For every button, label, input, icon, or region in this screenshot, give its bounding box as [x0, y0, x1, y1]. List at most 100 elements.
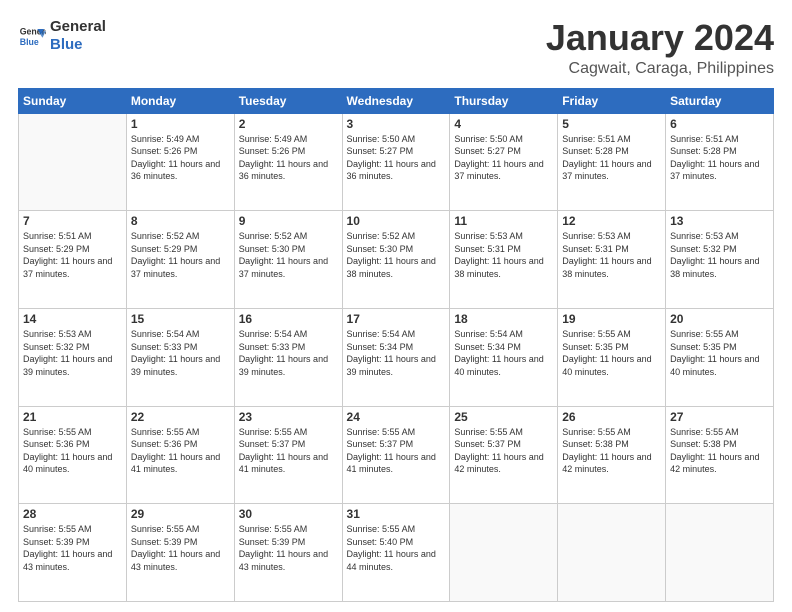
day-cell: 27Sunrise: 5:55 AMSunset: 5:38 PMDayligh…	[666, 406, 774, 504]
day-info: Sunrise: 5:55 AMSunset: 5:39 PMDaylight:…	[23, 523, 122, 573]
day-cell: 20 Sunrise: 5:55 AMSunset: 5:35 PMDayligh…	[666, 308, 774, 406]
day-cell	[450, 504, 558, 602]
day-info: Sunrise: 5:52 AMSunset: 5:29 PMDaylight:…	[131, 230, 230, 280]
day-number: 26	[562, 410, 661, 424]
day-number: 14	[23, 312, 122, 326]
day-number: 23	[239, 410, 338, 424]
day-cell: 2Sunrise: 5:49 AMSunset: 5:26 PMDaylight…	[234, 113, 342, 211]
day-info: Sunrise: 5:55 AMSunset: 5:35 PMDaylight:…	[562, 328, 661, 378]
day-cell: 30 Sunrise: 5:55 AMSunset: 5:39 PMDayligh…	[234, 504, 342, 602]
day-cell: 26 Sunrise: 5:55 AMSunset: 5:38 PMDayligh…	[558, 406, 666, 504]
logo: General Blue General Blue	[18, 18, 106, 54]
day-number: 15	[131, 312, 230, 326]
day-number: 11	[454, 214, 553, 228]
day-cell: 8Sunrise: 5:52 AMSunset: 5:29 PMDaylight…	[126, 211, 234, 309]
header-cell-saturday: Saturday	[666, 88, 774, 113]
header: General Blue General Blue January 2024 C…	[18, 18, 774, 78]
day-number: 17	[347, 312, 446, 326]
day-info: Sunrise: 5:50 AMSunset: 5:27 PMDaylight:…	[347, 133, 446, 183]
day-number: 6	[670, 117, 769, 131]
day-number: 2	[239, 117, 338, 131]
header-cell-thursday: Thursday	[450, 88, 558, 113]
day-number: 22	[131, 410, 230, 424]
logo-blue: Blue	[50, 36, 106, 54]
week-row-4: 28 Sunrise: 5:55 AMSunset: 5:39 PMDayligh…	[19, 504, 774, 602]
day-number: 21	[23, 410, 122, 424]
day-info: Sunrise: 5:55 AMSunset: 5:36 PMDaylight:…	[131, 426, 230, 476]
day-info: Sunrise: 5:53 AMSunset: 5:32 PMDaylight:…	[670, 230, 769, 280]
day-cell: 12 Sunrise: 5:53 AMSunset: 5:31 PMDayligh…	[558, 211, 666, 309]
day-info: Sunrise: 5:55 AMSunset: 5:39 PMDaylight:…	[131, 523, 230, 573]
day-info: Sunrise: 5:50 AMSunset: 5:27 PMDaylight:…	[454, 133, 553, 183]
day-info: Sunrise: 5:53 AMSunset: 5:31 PMDaylight:…	[562, 230, 661, 280]
day-number: 1	[131, 117, 230, 131]
calendar-title: January 2024	[546, 18, 774, 58]
day-cell: 18 Sunrise: 5:54 AMSunset: 5:34 PMDayligh…	[450, 308, 558, 406]
day-number: 3	[347, 117, 446, 131]
day-info: Sunrise: 5:51 AMSunset: 5:28 PMDaylight:…	[562, 133, 661, 183]
day-info: Sunrise: 5:55 AMSunset: 5:40 PMDaylight:…	[347, 523, 446, 573]
day-number: 7	[23, 214, 122, 228]
day-info: Sunrise: 5:54 AMSunset: 5:34 PMDaylight:…	[347, 328, 446, 378]
day-info: Sunrise: 5:54 AMSunset: 5:33 PMDaylight:…	[131, 328, 230, 378]
calendar-page: General Blue General Blue January 2024 C…	[0, 0, 792, 612]
day-number: 16	[239, 312, 338, 326]
day-cell: 19Sunrise: 5:55 AMSunset: 5:35 PMDayligh…	[558, 308, 666, 406]
day-cell: 22 Sunrise: 5:55 AMSunset: 5:36 PMDayligh…	[126, 406, 234, 504]
day-number: 20	[670, 312, 769, 326]
day-cell: 14 Sunrise: 5:53 AMSunset: 5:32 PMDayligh…	[19, 308, 127, 406]
day-number: 24	[347, 410, 446, 424]
day-number: 9	[239, 214, 338, 228]
day-cell: 31 Sunrise: 5:55 AMSunset: 5:40 PMDayligh…	[342, 504, 450, 602]
day-number: 5	[562, 117, 661, 131]
calendar-table: SundayMondayTuesdayWednesdayThursdayFrid…	[18, 88, 774, 602]
day-number: 31	[347, 507, 446, 521]
day-info: Sunrise: 5:54 AMSunset: 5:34 PMDaylight:…	[454, 328, 553, 378]
day-number: 27	[670, 410, 769, 424]
day-cell	[558, 504, 666, 602]
day-info: Sunrise: 5:55 AMSunset: 5:37 PMDaylight:…	[347, 426, 446, 476]
svg-text:Blue: Blue	[20, 37, 39, 47]
day-info: Sunrise: 5:55 AMSunset: 5:38 PMDaylight:…	[562, 426, 661, 476]
day-info: Sunrise: 5:49 AMSunset: 5:26 PMDaylight:…	[131, 133, 230, 183]
day-info: Sunrise: 5:51 AMSunset: 5:29 PMDaylight:…	[23, 230, 122, 280]
day-info: Sunrise: 5:55 AMSunset: 5:39 PMDaylight:…	[239, 523, 338, 573]
day-number: 25	[454, 410, 553, 424]
day-cell	[666, 504, 774, 602]
day-cell: 1 Sunrise: 5:49 AMSunset: 5:26 PMDaylight…	[126, 113, 234, 211]
day-cell: 4 Sunrise: 5:50 AMSunset: 5:27 PMDaylight…	[450, 113, 558, 211]
day-cell: 3 Sunrise: 5:50 AMSunset: 5:27 PMDaylight…	[342, 113, 450, 211]
day-cell: 9 Sunrise: 5:52 AMSunset: 5:30 PMDaylight…	[234, 211, 342, 309]
day-cell: 23 Sunrise: 5:55 AMSunset: 5:37 PMDayligh…	[234, 406, 342, 504]
week-row-1: 7 Sunrise: 5:51 AMSunset: 5:29 PMDaylight…	[19, 211, 774, 309]
day-cell: 24 Sunrise: 5:55 AMSunset: 5:37 PMDayligh…	[342, 406, 450, 504]
day-number: 18	[454, 312, 553, 326]
day-cell: 11 Sunrise: 5:53 AMSunset: 5:31 PMDayligh…	[450, 211, 558, 309]
day-cell: 28 Sunrise: 5:55 AMSunset: 5:39 PMDayligh…	[19, 504, 127, 602]
day-info: Sunrise: 5:55 AMSunset: 5:37 PMDaylight:…	[239, 426, 338, 476]
logo-icon: General Blue	[18, 22, 46, 50]
day-number: 13	[670, 214, 769, 228]
day-number: 30	[239, 507, 338, 521]
week-row-2: 14 Sunrise: 5:53 AMSunset: 5:32 PMDayligh…	[19, 308, 774, 406]
day-cell: 6Sunrise: 5:51 AMSunset: 5:28 PMDaylight…	[666, 113, 774, 211]
day-info: Sunrise: 5:52 AMSunset: 5:30 PMDaylight:…	[239, 230, 338, 280]
day-info: Sunrise: 5:55 AMSunset: 5:37 PMDaylight:…	[454, 426, 553, 476]
day-number: 4	[454, 117, 553, 131]
header-cell-friday: Friday	[558, 88, 666, 113]
day-cell: 21Sunrise: 5:55 AMSunset: 5:36 PMDayligh…	[19, 406, 127, 504]
day-cell: 29 Sunrise: 5:55 AMSunset: 5:39 PMDayligh…	[126, 504, 234, 602]
day-info: Sunrise: 5:53 AMSunset: 5:32 PMDaylight:…	[23, 328, 122, 378]
header-row: SundayMondayTuesdayWednesdayThursdayFrid…	[19, 88, 774, 113]
logo-general: General	[50, 18, 106, 36]
day-number: 29	[131, 507, 230, 521]
day-info: Sunrise: 5:55 AMSunset: 5:35 PMDaylight:…	[670, 328, 769, 378]
day-info: Sunrise: 5:53 AMSunset: 5:31 PMDaylight:…	[454, 230, 553, 280]
day-number: 12	[562, 214, 661, 228]
header-cell-monday: Monday	[126, 88, 234, 113]
day-cell: 7 Sunrise: 5:51 AMSunset: 5:29 PMDaylight…	[19, 211, 127, 309]
day-cell: 16Sunrise: 5:54 AMSunset: 5:33 PMDayligh…	[234, 308, 342, 406]
day-cell: 25 Sunrise: 5:55 AMSunset: 5:37 PMDayligh…	[450, 406, 558, 504]
header-cell-sunday: Sunday	[19, 88, 127, 113]
day-number: 28	[23, 507, 122, 521]
